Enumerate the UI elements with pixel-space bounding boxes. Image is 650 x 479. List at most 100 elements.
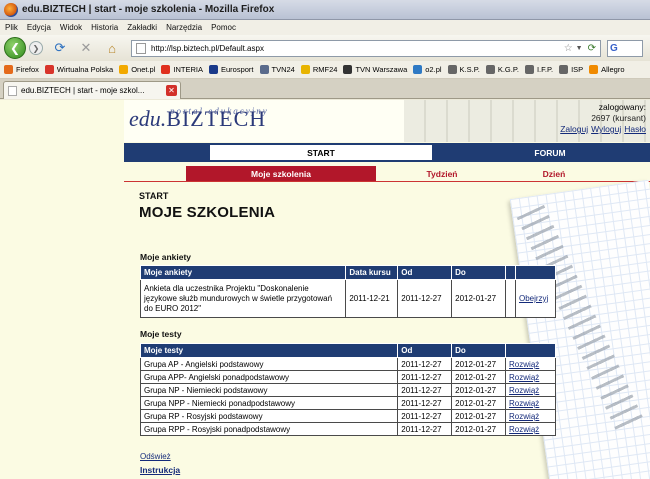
solve-link[interactable]: Rozwiąż xyxy=(509,360,539,369)
close-tab-icon[interactable]: ✕ xyxy=(166,85,177,96)
bookmark-label: K.S.P. xyxy=(459,65,480,74)
bookmark-favicon-icon xyxy=(44,65,54,74)
table-row: Grupa APP- Angielski ponadpodstawowy 2011… xyxy=(139,370,556,384)
tab-bar: edu.BIZTECH | start - moje szkol... ✕ xyxy=(0,79,650,99)
cell-action: Obejrzyj xyxy=(514,279,557,318)
password-link[interactable]: Hasło xyxy=(624,124,646,134)
col-header: Moje ankiety xyxy=(139,265,347,280)
bookmark-item[interactable]: Wirtualna Polska xyxy=(44,65,113,74)
menu-view[interactable]: Widok xyxy=(60,23,82,32)
back-button[interactable]: ❮ xyxy=(4,37,26,59)
bookmark-item[interactable]: K.S.P. xyxy=(447,65,480,74)
tab-dzien[interactable]: Dzień xyxy=(512,166,596,181)
solve-link[interactable]: Rozwiąż xyxy=(509,399,539,408)
tab-label: edu.BIZTECH | start - moje szkol... xyxy=(21,86,145,95)
table-row: Grupa RP - Rosyjski podstawowy 2011-12-27… xyxy=(139,409,556,423)
cell-action: Rozwiąż xyxy=(505,383,556,397)
bookmark-item[interactable]: INTERIA xyxy=(161,65,203,74)
user-name: 2697 (kursant) xyxy=(591,113,646,123)
bookmark-item[interactable]: Firefox xyxy=(4,65,39,74)
solve-link[interactable]: Rozwiąż xyxy=(509,386,539,395)
cell-from: 2011-12-27 xyxy=(397,396,453,410)
menu-edit[interactable]: Edycja xyxy=(27,23,51,32)
cell-group: Grupa NPP - Niemiecki ponadpodstawowy xyxy=(139,396,399,410)
site-logo[interactable]: edu.BIZTECH xyxy=(129,106,266,132)
go-icon[interactable]: ⟳ xyxy=(588,43,596,54)
table-row: Grupa NP - Niemiecki podstawowy 2011-12-2… xyxy=(139,383,556,397)
bookmark-label: K.G.P. xyxy=(497,65,519,74)
bookmark-item[interactable]: Onet.pl xyxy=(119,65,155,74)
bookmark-favicon-icon xyxy=(413,65,423,74)
main-nav: START FORUM xyxy=(124,143,650,162)
instructions-link[interactable]: Instrukcja xyxy=(140,465,180,475)
bookmark-favicon-icon xyxy=(161,65,171,74)
col-header: Od xyxy=(397,343,453,358)
table-row: Grupa NPP - Niemiecki ponadpodstawowy 201… xyxy=(139,396,556,410)
window-title: edu.BIZTECH | start - moje szkolenia - M… xyxy=(22,4,275,15)
refresh-link[interactable]: Odśwież xyxy=(140,452,171,461)
bookmark-item[interactable]: K.G.P. xyxy=(485,65,519,74)
bookmark-star-icon[interactable]: ☆ xyxy=(564,43,573,54)
logout-link[interactable]: Wyloguj xyxy=(591,124,621,134)
google-icon[interactable]: G xyxy=(610,43,618,54)
bookmark-label: I.F.P. xyxy=(536,65,554,74)
bookmark-favicon-icon xyxy=(300,65,310,74)
menu-tools[interactable]: Narzędzia xyxy=(166,23,202,32)
stop-icon[interactable]: ✕ xyxy=(77,39,95,57)
reload-icon[interactable]: ⟳ xyxy=(51,39,69,57)
nav-forum[interactable]: FORUM xyxy=(454,145,646,160)
bookmark-favicon-icon xyxy=(208,65,218,74)
solve-link[interactable]: Rozwiąż xyxy=(509,373,539,382)
bookmark-item[interactable]: TVN Warszawa xyxy=(343,65,407,74)
tab-tydzien[interactable]: Tydzień xyxy=(382,166,502,181)
ankiety-header-row: Moje ankiety Data kursu Od Do xyxy=(139,265,557,280)
home-icon[interactable]: ⌂ xyxy=(103,39,121,57)
testy-header-row: Moje testy Od Do xyxy=(139,343,556,358)
tab-moje-szkolenia[interactable]: Moje szkolenia xyxy=(186,166,376,181)
menu-help[interactable]: Pomoc xyxy=(211,23,236,32)
table-row: Grupa AP - Angielski podstawowy 2011-12-2… xyxy=(139,357,556,371)
address-bar[interactable]: http://lsp.biztech.pl/Default.aspx ☆ ▼ ⟳ xyxy=(131,39,601,57)
cell-group: Grupa RP - Rosyjski podstawowy xyxy=(139,409,399,423)
login-link[interactable]: Zaloguj xyxy=(560,124,588,134)
menu-history[interactable]: Historia xyxy=(91,23,118,32)
menu-bar: Plik Edycja Widok Historia Zakładki Narz… xyxy=(0,20,650,35)
bookmark-item[interactable]: Eurosport xyxy=(208,65,254,74)
cell-group: Grupa RPP - Rosyjski ponadpodstawowy xyxy=(139,422,399,436)
bookmark-label: Firefox xyxy=(16,65,39,74)
cell-action: Rozwiąż xyxy=(505,409,556,423)
bookmark-item[interactable]: ISP xyxy=(559,65,583,74)
bookmark-label: Eurosport xyxy=(220,65,254,74)
solve-link[interactable]: Rozwiąż xyxy=(509,412,539,421)
forward-button[interactable]: ❯ xyxy=(29,41,43,55)
bookmark-item[interactable]: TVN24 xyxy=(259,65,295,74)
dropdown-arrow-icon[interactable]: ▼ xyxy=(576,45,583,52)
search-box[interactable]: G xyxy=(607,39,643,57)
ankiety-table: Moje ankiety Data kursu Od Do Ankieta dl… xyxy=(139,265,557,318)
nav-start[interactable]: START xyxy=(210,145,432,160)
bookmark-item[interactable]: I.F.P. xyxy=(524,65,554,74)
bookmark-item[interactable]: RMF24 xyxy=(300,65,338,74)
url-text[interactable]: http://lsp.biztech.pl/Default.aspx xyxy=(151,44,564,53)
solve-link[interactable]: Rozwiąż xyxy=(509,425,539,434)
page-title: MOJE SZKOLENIA xyxy=(139,204,276,221)
menu-bookmarks[interactable]: Zakładki xyxy=(127,23,157,32)
logo-edu: edu. xyxy=(129,106,167,131)
bookmark-label: o2.pl xyxy=(425,65,442,74)
col-header: Data kursu xyxy=(345,265,399,280)
logo-brand: BIZTECH xyxy=(166,106,267,131)
tab-active[interactable]: edu.BIZTECH | start - moje szkol... ✕ xyxy=(3,81,181,99)
bookmark-label: RMF24 xyxy=(312,65,338,74)
table-row: Grupa RPP - Rosyjski ponadpodstawowy 2011… xyxy=(139,422,556,436)
cell-from: 2011-12-27 xyxy=(397,422,453,436)
bookmark-favicon-icon xyxy=(559,65,569,74)
cell-action: Rozwiąż xyxy=(505,357,556,371)
menu-file[interactable]: Plik xyxy=(5,23,18,32)
view-link[interactable]: Obejrzyj xyxy=(519,294,548,303)
bookmark-favicon-icon xyxy=(119,65,129,74)
cell-from: 2011-12-27 xyxy=(397,370,453,384)
window-titlebar: edu.BIZTECH | start - moje szkolenia - M… xyxy=(0,0,650,20)
bookmark-item[interactable]: Allegro xyxy=(589,65,625,74)
cell-from: 2011-12-27 xyxy=(397,357,453,371)
bookmark-item[interactable]: o2.pl xyxy=(413,65,442,74)
